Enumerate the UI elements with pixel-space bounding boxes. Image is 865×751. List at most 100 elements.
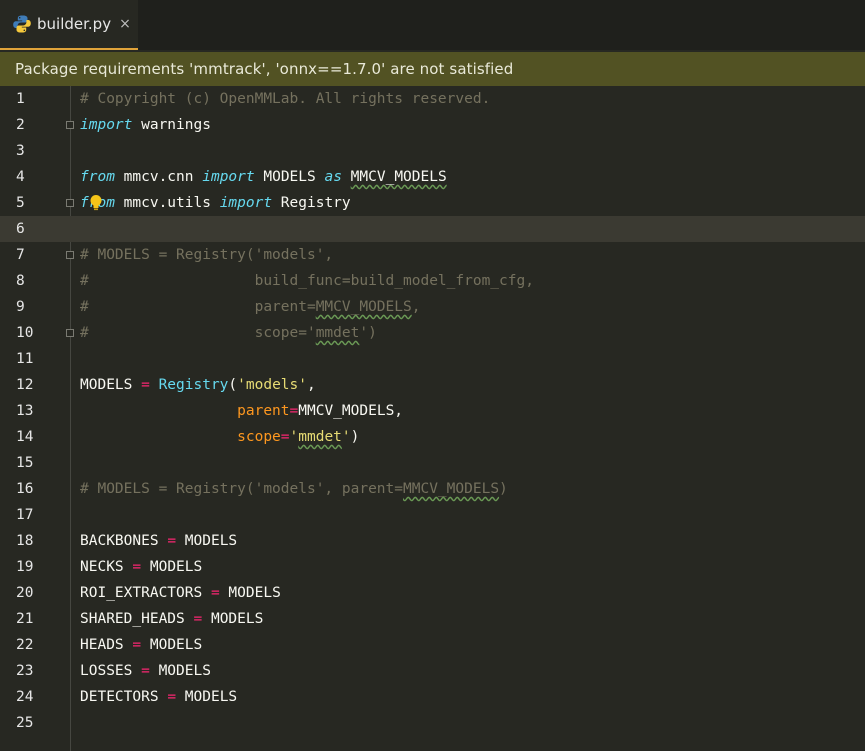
tab-label: builder.py [37,15,112,33]
operator: = [210,585,220,601]
code-line: 24 DETECTORS = MODELS [0,684,865,710]
line-number: 23 [16,663,34,679]
identifier: MODELS [176,689,238,705]
line-number: 9 [16,299,25,315]
comment: # MODELS = Registry('models', [80,247,334,263]
operator: = [280,429,290,445]
identifier: SHARED_HEADS [80,611,194,627]
line-number: 25 [16,715,34,731]
code-line: 19 NECKS = MODELS [0,554,865,580]
string: ' [289,429,299,445]
fold-icon[interactable] [66,329,74,337]
operator: = [167,533,177,549]
code-editor[interactable]: 1 # Copyright (c) OpenMMLab. All rights … [0,86,865,751]
line-number: 18 [16,533,34,549]
line-number: 7 [16,247,25,263]
identifier: HEADS [80,637,133,653]
identifier: NECKS [80,559,133,575]
comment: mmdet [315,325,360,341]
code-line: 1 # Copyright (c) OpenMMLab. All rights … [0,86,865,112]
operator: = [167,689,177,705]
keyword: import [202,169,255,185]
operator: = [141,663,150,679]
identifier: LOSSES [80,663,142,679]
line-number: 11 [16,351,34,367]
code-line: 9 # parent=MMCV_MODELS, [0,294,865,320]
line-content: # parent=MMCV_MODELS, [80,294,420,320]
parameter: parent [237,403,290,419]
comment: ) [499,481,508,497]
line-number: 19 [16,559,34,575]
lightbulb-icon[interactable] [89,194,103,212]
requirements-warning-banner: Package requirements 'mmtrack', 'onnx==1… [0,52,865,86]
code-line: 3 [0,138,865,164]
code-line: 18 BACKBONES = MODELS [0,528,865,554]
code-line-current: 6 [0,216,865,242]
comment: # Copyright (c) OpenMMLab. All rights re… [80,91,491,107]
string: 'models' [237,377,307,393]
operator: = [132,559,142,575]
operator: = [141,377,150,393]
code-line: 7 # MODELS = Registry('models', [0,242,865,268]
fold-icon[interactable] [66,121,74,129]
code-line: 8 # build_func=build_model_from_cfg, [0,268,865,294]
keyword: import [80,117,133,133]
line-content: scope='mmdet') [80,424,359,450]
banner-text: Package requirements 'mmtrack', 'onnx==1… [15,60,514,78]
fold-icon[interactable] [66,251,74,259]
line-content: import warnings [80,112,211,138]
line-content: # scope='mmdet') [80,320,377,346]
code-line: 25 [0,710,865,736]
line-number: 5 [16,195,25,211]
code-line: 14 scope='mmdet') [0,424,865,450]
parameter: scope [237,429,281,445]
identifier: MODELS [141,637,203,653]
identifier: mmcv.utils [114,195,220,211]
line-number: 16 [16,481,34,497]
line-content: BACKBONES = MODELS [80,528,237,554]
code-line: 15 [0,450,865,476]
code-line: 16 # MODELS = Registry('models', parent=… [0,476,865,502]
line-number: 14 [16,429,34,445]
operator: = [193,611,203,627]
line-content: NECKS = MODELS [80,554,202,580]
identifier: ROI_EXTRACTORS [80,585,211,601]
line-number: 2 [16,117,25,133]
operator: = [289,403,299,419]
comment: , [411,299,421,315]
line-number: 22 [16,637,34,653]
line-content: HEADS = MODELS [80,632,202,658]
line-number: 17 [16,507,34,523]
line-number: 21 [16,611,34,627]
identifier: MODELS [254,169,325,185]
keyword: as [324,169,342,185]
identifier: MMCV_MODELS [350,169,447,185]
code-line: 20 ROI_EXTRACTORS = MODELS [0,580,865,606]
line-number: 24 [16,689,34,705]
python-icon [13,15,31,33]
comment: # scope=' [80,325,316,341]
function-call: Registry [158,377,229,393]
line-content: # MODELS = Registry('models', parent=MMC… [80,476,508,502]
close-icon[interactable]: × [119,16,131,32]
code-line: 23 LOSSES = MODELS [0,658,865,684]
code-line: 11 [0,346,865,372]
tab-builder-py[interactable]: builder.py × [0,0,138,50]
identifier: MODELS [141,559,203,575]
keyword: import [219,195,273,211]
comment: # parent= [80,299,316,315]
identifier: BACKBONES [80,533,168,549]
comment: # MODELS = Registry('models', parent= [80,481,404,497]
code-line: 13 parent=MMCV_MODELS, [0,398,865,424]
comment: ') [359,325,377,341]
identifier: Registry [272,195,351,211]
comment: # build_func=build_model_from_cfg, [80,273,534,289]
code-line: 12 MODELS = Registry('models', [0,372,865,398]
line-content: # MODELS = Registry('models', [80,242,333,268]
line-number: 12 [16,377,34,393]
fold-icon[interactable] [66,199,74,207]
line-content: ROI_EXTRACTORS = MODELS [80,580,281,606]
line-content: DETECTORS = MODELS [80,684,237,710]
